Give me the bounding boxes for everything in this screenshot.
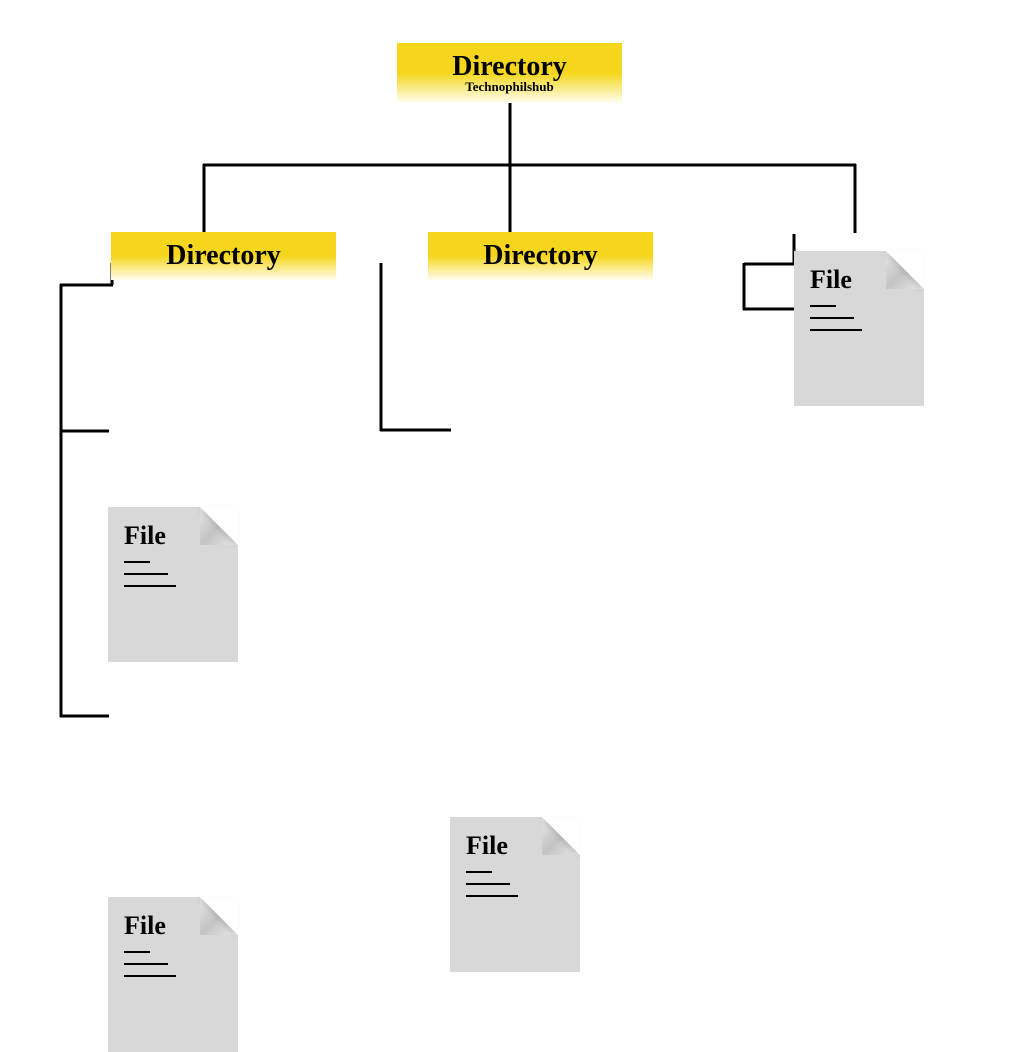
file-content-lines bbox=[810, 305, 908, 331]
left-file-2: File bbox=[108, 897, 238, 1052]
file-content-lines bbox=[124, 561, 222, 587]
left-directory-label: Directory bbox=[131, 240, 316, 272]
file-fold-icon bbox=[200, 897, 238, 935]
left-file-1: File bbox=[108, 507, 238, 662]
file-content-lines bbox=[466, 871, 564, 897]
left-directory: Directory bbox=[111, 232, 336, 280]
left-file-2-label: File bbox=[124, 911, 222, 941]
file-fold-icon bbox=[542, 817, 580, 855]
root-directory: Directory Technophilshub bbox=[397, 43, 622, 103]
middle-file-1-label: File bbox=[466, 831, 564, 861]
left-file-1-label: File bbox=[124, 521, 222, 551]
right-file-label: File bbox=[810, 265, 908, 295]
root-directory-sublabel: Technophilshub bbox=[417, 79, 602, 95]
middle-directory-label: Directory bbox=[448, 240, 633, 272]
middle-directory: Directory bbox=[428, 232, 653, 280]
file-fold-icon bbox=[200, 507, 238, 545]
file-fold-icon bbox=[886, 251, 924, 289]
file-content-lines bbox=[124, 951, 222, 977]
middle-file-1: File bbox=[450, 817, 580, 972]
right-file: File bbox=[794, 251, 924, 406]
